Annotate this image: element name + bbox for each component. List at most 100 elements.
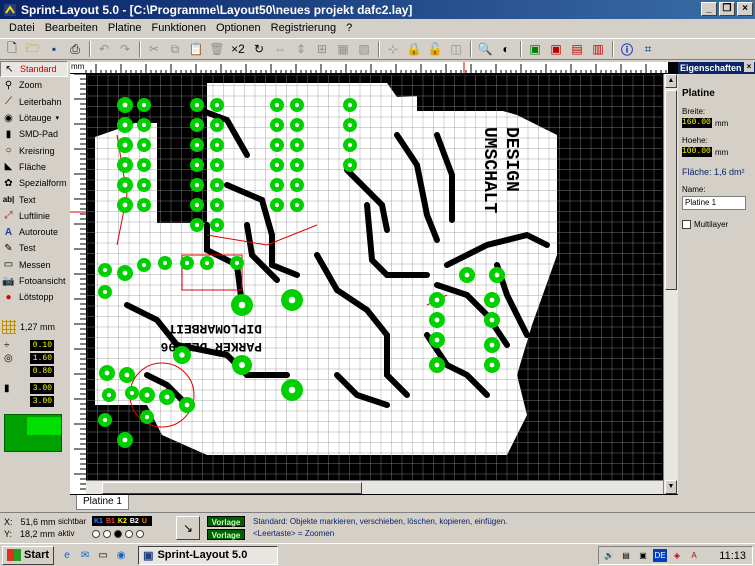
tool-luftlinie[interactable]: ⤢ Luftlinie xyxy=(0,208,68,224)
internet-explorer-icon[interactable]: e xyxy=(60,548,74,562)
media-icon[interactable]: ◉ xyxy=(114,548,128,562)
tool-test[interactable]: ✎ Test xyxy=(0,240,68,256)
track-width-value[interactable]: 0.10 xyxy=(30,340,54,351)
lock-button[interactable]: 🔒 xyxy=(404,40,424,58)
pad-outer-value[interactable]: 1.60 xyxy=(30,353,54,364)
copy-button[interactable]: ⧉ xyxy=(165,40,185,58)
close-button[interactable]: × xyxy=(737,2,753,16)
horizontal-scrollbar[interactable] xyxy=(86,480,663,494)
menu-optionen[interactable]: Optionen xyxy=(211,22,266,34)
tool-zoom[interactable]: ⚲ Zoom xyxy=(0,77,68,93)
undo-button[interactable]: ↶ xyxy=(94,40,114,58)
menu-registrierung[interactable]: Registrierung xyxy=(266,22,341,34)
scroll-up-button[interactable]: ▲ xyxy=(665,74,677,88)
antivirus-icon[interactable]: ◈ xyxy=(670,549,684,562)
tool-leiterbahn[interactable]: ⟋ Leiterbahn xyxy=(0,94,68,110)
print-button[interactable]: ⎙ xyxy=(65,40,85,58)
tool-text[interactable]: ab| Text xyxy=(0,191,68,207)
grid-setting[interactable]: 1,27 mm xyxy=(2,320,55,334)
scroll-down-button[interactable]: ▼ xyxy=(665,480,677,494)
tool-kreisring[interactable]: ○ Kreisring xyxy=(0,142,68,158)
multilayer-checkbox[interactable]: Multilayer xyxy=(682,220,755,229)
display-icon[interactable]: ▣ xyxy=(636,549,650,562)
menu-platine[interactable]: Platine xyxy=(103,22,147,34)
tool-smd-pad[interactable]: ▮ SMD-Pad xyxy=(0,126,68,142)
tab-platine-1[interactable]: Platine 1 xyxy=(76,495,129,510)
group-button[interactable]: ▦ xyxy=(333,40,353,58)
tool-standard[interactable]: ↖ Standard xyxy=(0,61,68,78)
tool-loetstopp[interactable]: ● Lötstopp xyxy=(0,289,68,305)
close-properties-icon[interactable]: × xyxy=(744,62,754,72)
menu-help[interactable]: ? xyxy=(341,22,357,34)
mirror-h-button[interactable]: ⇔ xyxy=(270,40,290,58)
new-file-button[interactable]: 🗋 xyxy=(2,40,22,58)
tool-loetauge[interactable]: ◉ Lötauge ▾ xyxy=(0,110,68,126)
redo-button[interactable]: ↷ xyxy=(115,40,135,58)
drc-check-button[interactable]: ▣ xyxy=(546,40,566,58)
start-button[interactable]: Start xyxy=(2,545,55,565)
vorlage-button-2[interactable]: Vorlage xyxy=(207,529,245,540)
taskbar-sprint-layout[interactable]: ▣ Sprint-Layout 5.0 xyxy=(138,545,279,565)
horizontal-scroll-thumb[interactable] xyxy=(102,482,362,494)
component-button[interactable]: ▥ xyxy=(588,40,608,58)
area-readout: Fläche: 1,6 dm² xyxy=(682,167,745,177)
outlook-icon[interactable]: ✉ xyxy=(78,548,92,562)
vorlage-button-1[interactable]: Vorlage xyxy=(207,516,245,527)
pad-inner-value[interactable]: 0.80 xyxy=(30,366,54,377)
smd-y-value[interactable]: 3.00 xyxy=(30,396,54,407)
restore-button[interactable]: ❐ xyxy=(719,2,735,16)
duplicate-button[interactable]: ×2 xyxy=(228,40,248,58)
tool-spezialform[interactable]: ✿ Spezialform xyxy=(0,175,68,191)
unlock-button[interactable]: 🔓 xyxy=(425,40,445,58)
radio-u[interactable] xyxy=(136,530,144,538)
ungroup-button[interactable]: ▧ xyxy=(354,40,374,58)
tool-flaeche[interactable]: ◣ Fläche xyxy=(0,159,68,175)
width-input[interactable]: 160.00 xyxy=(682,118,712,128)
layer-u[interactable]: U xyxy=(142,518,147,525)
snap-button[interactable]: ⊹ xyxy=(383,40,403,58)
mirror-v-button[interactable]: ⇕ xyxy=(291,40,311,58)
layer-b1[interactable]: B1 xyxy=(106,518,115,525)
layer-color-preview[interactable] xyxy=(4,414,62,452)
smd-x-value[interactable]: 3.00 xyxy=(30,383,54,394)
flip-board-button[interactable]: ↘ xyxy=(176,516,200,540)
menu-funktionen[interactable]: Funktionen xyxy=(147,22,211,34)
tool-autoroute[interactable]: A Autoroute xyxy=(0,224,68,240)
crop-icon[interactable]: ⌗ xyxy=(638,40,658,58)
height-input[interactable]: 100.00 xyxy=(682,147,712,157)
network-icon[interactable]: ▤ xyxy=(619,549,633,562)
acrobat-icon[interactable]: A xyxy=(687,549,701,562)
tool-messen[interactable]: ▭ Messen xyxy=(0,257,68,273)
tool-fotoansicht[interactable]: 📷 Fotoansicht xyxy=(0,273,68,289)
pcb-board[interactable]: DIPLOMARBEIT PARKER DEZ 96 UMSCHALT DESI… xyxy=(87,75,662,480)
vertical-scroll-thumb[interactable] xyxy=(665,90,677,290)
radio-k2[interactable] xyxy=(114,530,122,538)
language-indicator[interactable]: DE xyxy=(653,549,667,562)
name-input[interactable]: Platine 1 xyxy=(682,196,746,210)
zoom-button[interactable]: 🔍 xyxy=(475,40,495,58)
radio-b1[interactable] xyxy=(103,530,111,538)
menu-bearbeiten[interactable]: Bearbeiten xyxy=(40,22,103,34)
rotate-button[interactable]: ↻ xyxy=(249,40,269,58)
volume-icon[interactable]: 🔊 xyxy=(602,549,616,562)
menu-datei[interactable]: Datei xyxy=(4,22,40,34)
align-button[interactable]: ⊞ xyxy=(312,40,332,58)
vertical-scrollbar[interactable]: ▲ ▼ xyxy=(663,74,678,494)
zoom-board-button[interactable]: ◐ xyxy=(496,40,516,58)
info-icon[interactable]: ⓘ xyxy=(617,40,637,58)
open-file-button[interactable]: 🗁 xyxy=(23,40,43,58)
radio-k1[interactable] xyxy=(92,530,100,538)
layer-k1[interactable]: K1 xyxy=(94,518,103,525)
drc-red-button[interactable]: ▤ xyxy=(567,40,587,58)
radio-b2[interactable] xyxy=(125,530,133,538)
save-button[interactable]: ▪ xyxy=(44,40,64,58)
desktop-icon[interactable]: ▭ xyxy=(96,548,110,562)
layer-b2[interactable]: B2 xyxy=(130,518,139,525)
drc-green-button[interactable]: ▣ xyxy=(525,40,545,58)
paste-button[interactable]: 📋 xyxy=(186,40,206,58)
delete-button[interactable]: 🗑 xyxy=(207,40,227,58)
layer-k2[interactable]: K2 xyxy=(118,518,127,525)
minimize-button[interactable]: _ xyxy=(701,2,717,16)
cut-button[interactable]: ✂ xyxy=(144,40,164,58)
hide-button[interactable]: ◫ xyxy=(446,40,466,58)
